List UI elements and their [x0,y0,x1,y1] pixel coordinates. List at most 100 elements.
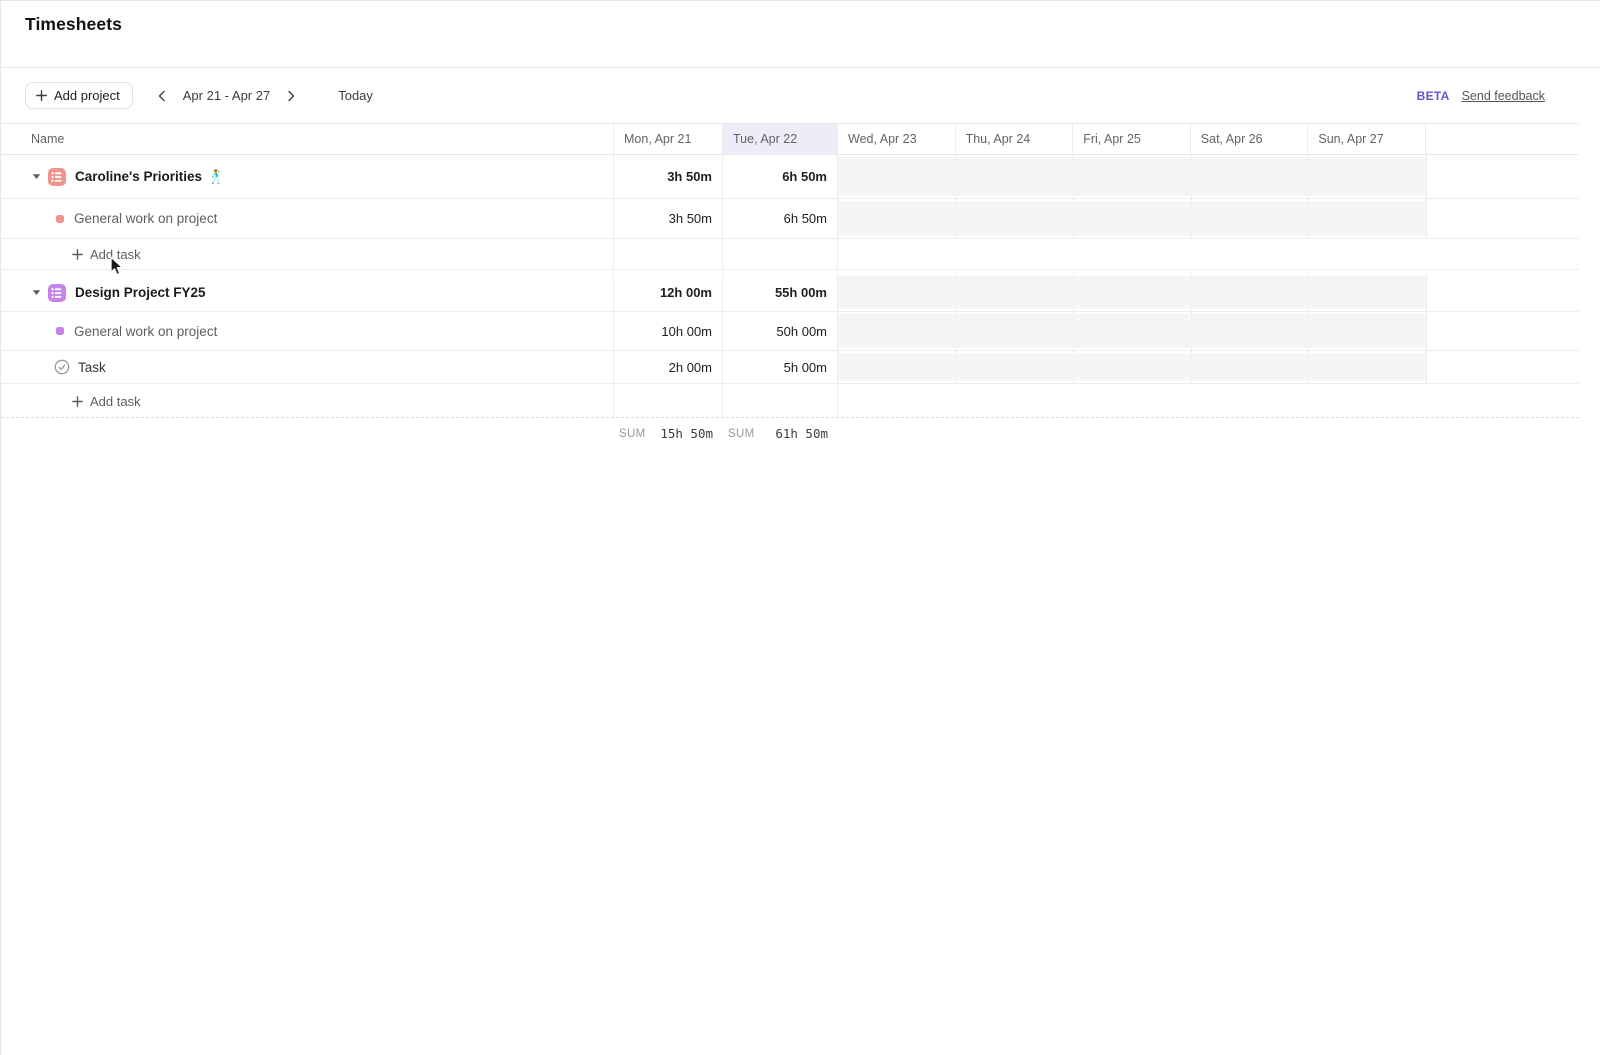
sum-label: SUM [728,428,754,440]
chevron-right-icon [284,89,298,103]
empty-time-cell-fri[interactable] [1073,155,1191,198]
sum-cell-mon: SUM 15h 50m [614,418,723,449]
date-range-label[interactable]: Apr 21 - Apr 27 [183,88,270,103]
dancer-emoji: 🕺 [208,169,224,185]
empty-time-cell-sat[interactable] [1191,274,1309,311]
time-cell-tue[interactable]: 6h 50m [723,155,838,198]
day-header-tue-highlighted: Tue, Apr 22 [723,124,838,154]
project-list-icon [48,284,66,302]
time-cell-tue[interactable]: 5h 00m [723,351,838,383]
empty-time-cell-fri[interactable] [1073,199,1191,238]
chevron-left-icon [155,89,169,103]
previous-week-button[interactable] [151,85,173,107]
day-header-wed: Wed, Apr 23 [838,124,956,154]
project-name-cell: Caroline's Priorities 🕺 [1,155,614,198]
day-header-sat: Sat, Apr 26 [1191,124,1309,154]
name-column-header: Name [1,124,614,154]
task-name[interactable]: General work on project [74,324,217,339]
add-task-button[interactable]: Add task [1,239,613,269]
empty-time-cell-sun[interactable] [1308,155,1426,198]
trailing-column-header [1426,124,1579,154]
trailing-cell [1426,312,1579,350]
time-cell-mon[interactable]: 3h 50m [614,199,723,238]
time-cell-tue[interactable]: 6h 50m [723,199,838,238]
project-name[interactable]: Caroline's Priorities [75,169,202,184]
project-list-icon [48,168,66,186]
timesheets-page: Timesheets Add project Apr 21 - Apr 27 T… [0,0,1600,1055]
add-task-cell: Add task [1,384,614,418]
time-cell-tue[interactable]: 55h 00m [723,274,838,311]
empty-time-cell-sat[interactable] [1191,199,1309,238]
time-cell-mon[interactable]: 12h 00m [614,274,723,311]
day-header-thu: Thu, Apr 24 [956,124,1074,154]
time-cell-mon[interactable]: 3h 50m [614,155,723,198]
task-bullet-icon [56,215,64,223]
add-task-row-1: Add task [1,239,1579,270]
empty-time-cell-fri[interactable] [1073,274,1191,311]
add-task-button[interactable]: Add task [1,384,613,418]
empty-time-cell-thu[interactable] [956,312,1074,350]
task-name[interactable]: Task [78,360,106,375]
trailing-cell [1426,351,1579,383]
empty-time-cell-sun[interactable] [1308,351,1426,383]
empty-cell [723,384,838,418]
trailing-cell [1426,199,1579,238]
project-row-design-project-fy25: Design Project FY25 12h 00m 55h 00m [1,274,1579,312]
trailing-cell [1426,155,1579,198]
day-header-sun: Sun, Apr 27 [1308,124,1426,154]
empty-time-cell-fri[interactable] [1073,312,1191,350]
empty-time-cell-sat[interactable] [1191,351,1309,383]
empty-time-cell-sat[interactable] [1191,312,1309,350]
time-cell-mon[interactable]: 10h 00m [614,312,723,350]
day-header-fri: Fri, Apr 25 [1073,124,1191,154]
plus-icon [72,396,83,407]
add-task-row-2: Add task [1,384,1579,418]
task-row-general-work-2: General work on project 10h 00m 50h 00m [1,312,1579,351]
empty-cell [614,384,723,418]
empty-time-cell-fri[interactable] [1073,351,1191,383]
empty-time-cell-wed[interactable] [838,312,956,350]
sum-value-mon: 15h 50m [660,426,713,441]
today-button[interactable]: Today [338,88,373,103]
add-task-cell: Add task [1,239,614,269]
empty-time-cell-wed[interactable] [838,155,956,198]
plus-icon [72,249,83,260]
send-feedback-link[interactable]: Send feedback [1462,89,1545,103]
sum-label: SUM [619,428,645,440]
empty-time-cell-wed[interactable] [838,351,956,383]
empty-time-cell-sat[interactable] [1191,155,1309,198]
task-bullet-icon [56,327,64,335]
task-row-task: Task 2h 00m 5h 00m [1,351,1579,384]
timesheet-table: Name Mon, Apr 21 Tue, Apr 22 Wed, Apr 23… [1,123,1579,449]
task-name[interactable]: General work on project [74,211,217,226]
empty-time-cell-thu[interactable] [956,155,1074,198]
toolbar: Add project Apr 21 - Apr 27 Today BETA S… [1,68,1600,123]
project-name[interactable]: Design Project FY25 [75,285,206,300]
beta-badge: BETA [1417,89,1450,103]
table-header-row: Name Mon, Apr 21 Tue, Apr 22 Wed, Apr 23… [1,123,1579,155]
sum-value-tue: 61h 50m [775,426,828,441]
add-task-label: Add task [90,394,141,409]
add-project-label: Add project [54,88,120,103]
time-cell-tue[interactable]: 50h 00m [723,312,838,350]
empty-time-cell-thu[interactable] [956,199,1074,238]
empty-time-cell-thu[interactable] [956,274,1074,311]
add-project-button[interactable]: Add project [25,82,133,109]
sum-footer-row: SUM 15h 50m SUM 61h 50m [1,417,1579,449]
task-check-circle-icon[interactable] [54,359,70,375]
empty-time-cell-wed[interactable] [838,274,956,311]
project-name-cell: Design Project FY25 [1,274,614,311]
empty-time-cell-sun[interactable] [1308,199,1426,238]
next-week-button[interactable] [280,85,302,107]
collapse-chevron-icon[interactable] [32,173,41,180]
trailing-cell [1426,274,1579,311]
empty-time-cell-sun[interactable] [1308,274,1426,311]
day-header-mon: Mon, Apr 21 [614,124,723,154]
time-cell-mon[interactable]: 2h 00m [614,351,723,383]
empty-time-cell-sun[interactable] [1308,312,1426,350]
page-title: Timesheets [25,14,1576,35]
empty-time-cell-thu[interactable] [956,351,1074,383]
add-task-label: Add task [90,247,141,262]
empty-time-cell-wed[interactable] [838,199,956,238]
collapse-chevron-icon[interactable] [32,289,41,296]
